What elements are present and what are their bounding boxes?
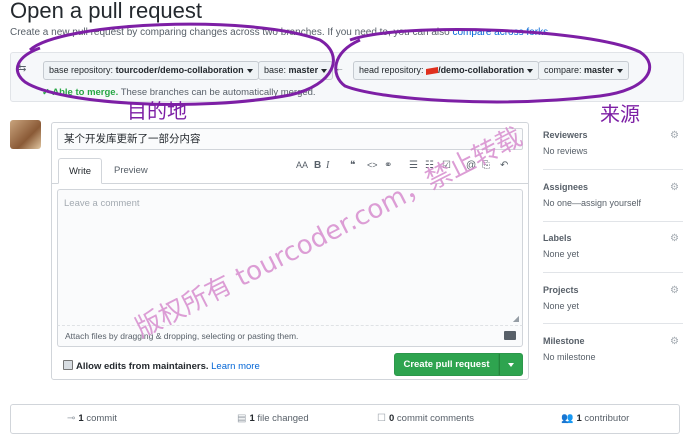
- annotation-target-label: 目的地: [127, 99, 187, 123]
- annotation-ellipse-base: [15, 22, 335, 106]
- annotation-ellipse-head: [334, 28, 651, 104]
- annotation-source-label: 来源: [600, 102, 640, 126]
